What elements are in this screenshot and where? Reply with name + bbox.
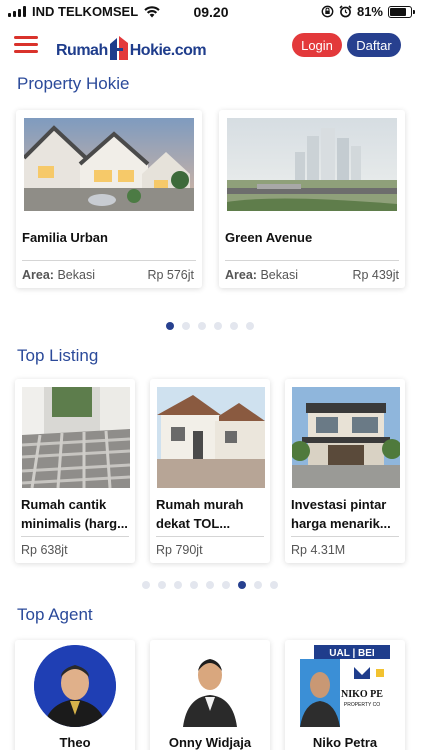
area-label: Area:: [22, 268, 54, 282]
section-title-property: Property Hokie: [17, 74, 130, 93]
register-button[interactable]: Daftar: [347, 33, 401, 57]
app-header: Rumah Hokie.com Login Daftar: [0, 24, 422, 66]
agent-card-2[interactable]: Onny Widjaja: [150, 640, 270, 750]
property-carousel-dots: [166, 322, 254, 330]
carousel-dot[interactable]: [174, 581, 182, 589]
agent-banner-name: NIKO PE: [341, 689, 383, 700]
carousel-dot[interactable]: [214, 322, 222, 330]
property-price: Rp 576jt: [147, 268, 194, 282]
section-title-agent: Top Agent: [17, 605, 93, 624]
house-logo-icon: [109, 36, 128, 60]
area-value: Bekasi: [260, 268, 298, 282]
listing-card-2[interactable]: Rumah murah dekat TOL... Rp 790jt: [150, 379, 270, 563]
rotation-lock-icon: [321, 5, 334, 18]
listing-price: Rp 4.31M: [291, 543, 346, 557]
menu-icon[interactable]: [14, 36, 38, 54]
logo-text-rumah: Rumah: [56, 42, 108, 59]
property-area: Area: Bekasi: [22, 268, 95, 282]
listing-carousel-dots: [142, 581, 278, 589]
logo-text-hokie: Hokie.com: [129, 42, 207, 59]
carousel-dot[interactable]: [198, 322, 206, 330]
property-card-familia-urban[interactable]: Familia Urban Area: Bekasi Rp 576jt: [16, 110, 202, 288]
listing-image: [157, 387, 265, 488]
card-divider: [22, 260, 196, 261]
card-divider: [291, 536, 399, 537]
card-divider: [225, 260, 399, 261]
battery-percent: 81%: [356, 4, 383, 19]
listing-price: Rp 790jt: [156, 543, 203, 557]
agent-banner-sub: PROPERTY CO: [344, 702, 380, 708]
carousel-dot[interactable]: [230, 322, 238, 330]
listing-price: Rp 638jt: [21, 543, 68, 557]
agent-name: Niko Petra: [312, 735, 378, 750]
listing-title-line2: minimalis (harg...: [21, 516, 128, 531]
agent-photo: [169, 645, 251, 727]
section-title-listing: Top Listing: [17, 346, 99, 365]
property-name: Familia Urban: [22, 230, 108, 245]
battery-icon: [388, 5, 415, 18]
carousel-dot[interactable]: [158, 581, 166, 589]
listing-image: [22, 387, 130, 488]
property-name: Green Avenue: [225, 230, 313, 245]
alarm-icon: [339, 5, 352, 18]
carousel-dot[interactable]: [254, 581, 262, 589]
app-logo[interactable]: Rumah Hokie.com: [56, 30, 207, 60]
carousel-dot[interactable]: [166, 322, 174, 330]
carousel-dot[interactable]: [238, 581, 246, 589]
card-divider: [156, 536, 264, 537]
status-right: 81%: [321, 4, 415, 19]
property-price: Rp 439jt: [352, 268, 399, 282]
carousel-dot[interactable]: [246, 322, 254, 330]
agent-banner-top: UAL | BEI: [329, 648, 375, 659]
carousel-dot[interactable]: [190, 581, 198, 589]
area-value: Bekasi: [57, 268, 95, 282]
carousel-dot[interactable]: [222, 581, 230, 589]
property-area: Area: Bekasi: [225, 268, 298, 282]
property-image: [24, 118, 194, 211]
agent-card-3[interactable]: UAL | BEI NIKO PE PROPERTY CO Niko Petra: [285, 640, 405, 750]
card-divider: [21, 536, 129, 537]
area-label: Area:: [225, 268, 257, 282]
agent-name: Theo: [59, 735, 91, 750]
listing-title-line1: Investasi pintar: [291, 497, 387, 512]
listing-image: [292, 387, 400, 488]
agent-name: Onny Widjaja: [168, 735, 252, 750]
agent-photo: UAL | BEI NIKO PE PROPERTY CO: [300, 645, 390, 727]
login-button[interactable]: Login: [292, 33, 342, 57]
listing-title-line2: harga menarik...: [291, 516, 391, 531]
listing-title-line1: Rumah cantik: [21, 497, 107, 512]
carousel-dot[interactable]: [182, 322, 190, 330]
carousel-dot[interactable]: [206, 581, 214, 589]
listing-title-line1: Rumah murah: [156, 497, 244, 512]
listing-card-1[interactable]: Rumah cantik minimalis (harg... Rp 638jt: [15, 379, 135, 563]
listing-card-3[interactable]: Investasi pintar harga menarik... Rp 4.3…: [285, 379, 405, 563]
listing-title-line2: dekat TOL...: [156, 516, 231, 531]
carousel-dot[interactable]: [142, 581, 150, 589]
status-bar: IND TELKOMSEL 09.20 81%: [0, 0, 422, 24]
agent-card-1[interactable]: Theo: [15, 640, 135, 750]
agent-photo: [34, 645, 116, 727]
property-card-green-avenue[interactable]: Green Avenue Area: Bekasi Rp 439jt: [219, 110, 405, 288]
carousel-dot[interactable]: [270, 581, 278, 589]
battery-level: [390, 7, 407, 16]
property-image: [227, 118, 397, 211]
